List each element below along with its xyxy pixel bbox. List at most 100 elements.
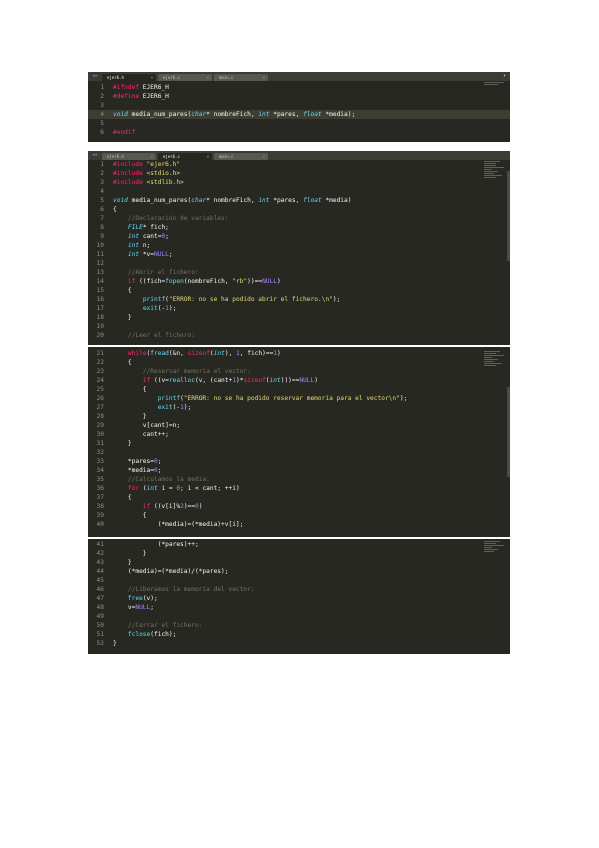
line-text: #include <stdlib.h>	[113, 179, 184, 186]
code-area[interactable]: 41 (*pares)++; 42 } 43 } 44 (*media)=(*medi…	[88, 540, 510, 648]
line-text: v=NULL;	[113, 604, 154, 611]
line-number: 21	[96, 350, 104, 357]
scrollbar[interactable]	[507, 171, 510, 261]
code-line[interactable]: 9 int cant=0;	[88, 232, 510, 241]
code-area[interactable]: 1 #ifndef EJER6_H 2 #define EJER6_H 3 4 void m…	[88, 83, 510, 137]
code-line[interactable]: 28 }	[88, 412, 510, 421]
line-number: 31	[96, 440, 104, 447]
code-line[interactable]: 29 v[cant]=n;	[88, 421, 510, 430]
code-line[interactable]: 3	[88, 101, 510, 110]
tab-ejer6-h[interactable]: ejer6.h ×	[102, 153, 156, 160]
close-icon[interactable]: ×	[207, 153, 209, 160]
code-line[interactable]: 32	[88, 448, 510, 457]
code-line[interactable]: 1 #include "ejer6.h"	[88, 160, 510, 169]
code-line[interactable]: 37 {	[88, 493, 510, 502]
code-line[interactable]: 41 (*pares)++;	[88, 540, 510, 549]
line-number: 24	[96, 377, 104, 384]
tab-ejer6-c[interactable]: ejer6.c ×	[158, 74, 212, 81]
close-icon[interactable]: ×	[263, 74, 265, 81]
close-icon[interactable]: ×	[263, 153, 265, 160]
code-line[interactable]: 19	[88, 322, 510, 331]
code-line[interactable]: 46 //Liberamos la memoria del vector:	[88, 585, 510, 594]
code-line[interactable]: 43 }	[88, 558, 510, 567]
tab-main-c[interactable]: main.c ×	[214, 153, 268, 160]
code-line[interactable]: 11 int *v=NULL;	[88, 250, 510, 259]
code-line[interactable]: 8 FILE* fich;	[88, 223, 510, 232]
code-line[interactable]: 24 if ((v=realloc(v, (cant+1)*sizeof(int…	[88, 376, 510, 385]
code-area[interactable]: 1 #include "ejer6.h" 2 #include <stdio.h> 3 #…	[88, 160, 510, 340]
code-line[interactable]: 51 fclose(fich);	[88, 630, 510, 639]
code-line[interactable]: 23 //Reservar memoria el vector:	[88, 367, 510, 376]
code-line[interactable]: 49	[88, 612, 510, 621]
line-text: while(fread(&n, sizeof(int), 1, fich)==1…	[127, 350, 281, 357]
code-line[interactable]: 22 {	[88, 358, 510, 367]
scrollbar[interactable]	[507, 387, 510, 477]
code-line[interactable]: 27 exit(-1);	[88, 403, 510, 412]
minimap[interactable]	[484, 161, 506, 179]
code-line[interactable]: 52}	[88, 639, 510, 648]
editor-panel-source: ◂▸ ejer6.h × ejer6.c × main.c × 1 #include "…	[88, 151, 510, 345]
tab-scroll-arrows-icon[interactable]: ◂▸	[88, 151, 102, 160]
line-number: 10	[96, 242, 104, 249]
line-number: 25	[96, 386, 104, 393]
code-line[interactable]: 4	[88, 187, 510, 196]
minimap[interactable]	[484, 351, 506, 367]
minimap[interactable]	[484, 82, 506, 86]
code-line[interactable]: 39 {	[88, 511, 510, 520]
line-number: 35	[96, 476, 104, 483]
code-line[interactable]: 50 //Cerrar el fichero:	[88, 621, 510, 630]
code-line[interactable]: 21 while(fread(&n, sizeof(int), 1, fich)…	[88, 349, 510, 358]
code-line[interactable]: 26 printf("ERROR: no se ha podido reserv…	[88, 394, 510, 403]
code-line[interactable]: 44 (*media)=(*media)/(*pares);	[88, 567, 510, 576]
code-line[interactable]: 31 }	[88, 439, 510, 448]
code-line[interactable]: 14 if ((fich=fopen(nombreFich, "rb"))==N…	[88, 277, 510, 286]
code-line[interactable]: 47 free(v);	[88, 594, 510, 603]
code-line[interactable]: 12	[88, 259, 510, 268]
code-line[interactable]: 15 {	[88, 286, 510, 295]
code-line[interactable]: 40 (*media)=(*media)+v[i];	[88, 520, 510, 529]
code-line[interactable]: 45	[88, 576, 510, 585]
code-line[interactable]: 17 exit(-1);	[88, 304, 510, 313]
tab-bar: ◂▸ ejer6.h × ejer6.c × main.c ×	[88, 151, 510, 160]
code-line[interactable]: 6{	[88, 205, 510, 214]
line-text: }	[113, 413, 147, 420]
line-text: //Calculamos la media:	[127, 476, 210, 483]
code-line[interactable]: 1 #ifndef EJER6_H	[88, 83, 510, 92]
tab-main-c[interactable]: main.c ×	[214, 74, 268, 81]
code-line[interactable]: 34 *media=0;	[88, 466, 510, 475]
code-line[interactable]: 33 *pares=0;	[88, 457, 510, 466]
code-line[interactable]: 2 #define EJER6_H	[88, 92, 510, 101]
code-line[interactable]: 3 #include <stdlib.h>	[88, 178, 510, 187]
line-text: }	[113, 440, 132, 447]
code-line[interactable]: 38 if ((v[i]%2)==0)	[88, 502, 510, 511]
code-line[interactable]: 10 int n;	[88, 241, 510, 250]
code-line[interactable]: 36 for (int i = 0; i < cant; ++i)	[88, 484, 510, 493]
code-line[interactable]: 5 void media_num_pares(char* nombreFich, …	[88, 196, 510, 205]
close-icon[interactable]: ×	[207, 74, 209, 81]
code-line[interactable]: 20 //Leer el fichero:	[88, 331, 510, 340]
code-area[interactable]: 21 while(fread(&n, sizeof(int), 1, fich)…	[88, 349, 510, 529]
code-line[interactable]: 2 #include <stdio.h>	[88, 169, 510, 178]
code-line[interactable]: 16 printf("ERROR: no se ha podido abrir …	[88, 295, 510, 304]
line-text: }	[113, 314, 132, 321]
code-line[interactable]: 5	[88, 119, 510, 128]
code-line[interactable]: 13 //Abrir el fichero:	[88, 268, 510, 277]
code-line[interactable]: 30 cant++;	[88, 430, 510, 439]
code-line[interactable]: 7 //Declaración de variables:	[88, 214, 510, 223]
line-number: 30	[96, 431, 104, 438]
close-icon[interactable]: ×	[151, 74, 153, 81]
code-line[interactable]: 6 #endif	[88, 128, 510, 137]
code-line[interactable]: 25 {	[88, 385, 510, 394]
minimap[interactable]	[484, 541, 506, 553]
close-icon[interactable]: ×	[151, 153, 153, 160]
tab-ejer6-c[interactable]: ejer6.c ×	[158, 153, 212, 160]
tab-scroll-arrows-icon[interactable]: ◂▸	[88, 72, 102, 81]
code-line[interactable]: 4 void media_num_pares(char* nombreFich, …	[88, 110, 510, 119]
code-line[interactable]: 18 }	[88, 313, 510, 322]
code-line[interactable]: 35 //Calculamos la media:	[88, 475, 510, 484]
line-number: 52	[96, 640, 104, 647]
chevron-down-icon[interactable]: ▾	[503, 73, 506, 79]
code-line[interactable]: 42 }	[88, 549, 510, 558]
code-line[interactable]: 48 v=NULL;	[88, 603, 510, 612]
tab-ejer6-h[interactable]: ejer6.h ×	[102, 74, 156, 81]
